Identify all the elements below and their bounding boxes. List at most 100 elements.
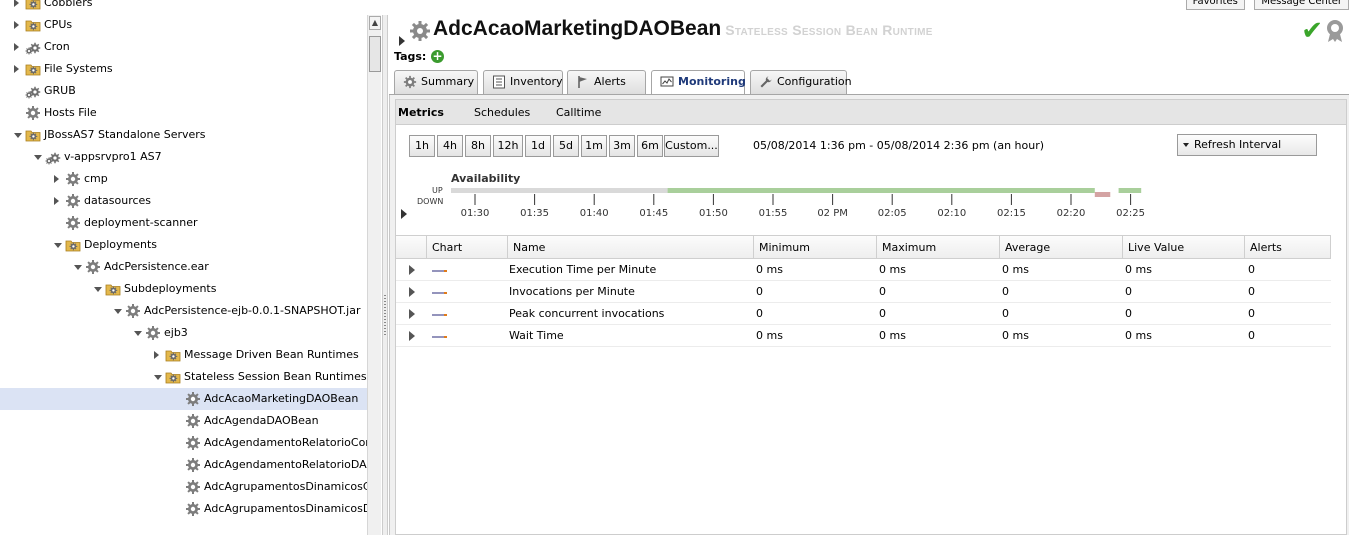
- add-tag-button[interactable]: +: [431, 50, 444, 63]
- subtab-metrics[interactable]: Metrics: [398, 100, 444, 126]
- tab-inventory[interactable]: Inventory: [483, 70, 563, 94]
- sparkline-chart-icon[interactable]: [432, 333, 448, 339]
- tree-node[interactable]: AdcAgrupamentosDinamicosCliDA: [0, 476, 367, 498]
- tree-node[interactable]: Hosts File: [0, 102, 367, 124]
- availability-ok-icon: ✔: [1301, 16, 1323, 46]
- collapse-toggle[interactable]: [74, 265, 82, 270]
- range-button-1d[interactable]: 1d: [525, 135, 551, 157]
- collapse-toggle[interactable]: [94, 287, 102, 292]
- tree-node[interactable]: AdcAgrupamentosDinamicosDAOE: [0, 498, 367, 520]
- tree-node[interactable]: File Systems: [0, 58, 367, 80]
- panel-splitter[interactable]: [382, 15, 388, 535]
- gear-icon: [185, 435, 201, 451]
- refresh-interval-dropdown[interactable]: Refresh Interval: [1177, 134, 1317, 156]
- collapse-toggle[interactable]: [34, 155, 42, 160]
- tree-node[interactable]: v-appsrvpro1 AS7: [0, 146, 367, 168]
- resource-tree[interactable]: Cobblers CPUs Cron File Systems GRUB Hos…: [0, 0, 367, 535]
- column-header-average[interactable]: Average: [1000, 235, 1123, 259]
- row-expand-toggle[interactable]: [409, 309, 415, 319]
- range-button-8h[interactable]: 8h: [465, 135, 491, 157]
- tree-node[interactable]: GRUB: [0, 80, 367, 102]
- metric-row[interactable]: Peak concurrent invocations 0 0 0 0 0: [396, 303, 1331, 325]
- range-button-1h[interactable]: 1h: [409, 135, 435, 157]
- tree-node[interactable]: datasources: [0, 190, 367, 212]
- expand-toggle[interactable]: [54, 175, 59, 183]
- metric-row[interactable]: Invocations per Minute 0 0 0 0 0: [396, 281, 1331, 303]
- tree-node[interactable]: Deployments: [0, 234, 367, 256]
- sparkline-chart-icon[interactable]: [432, 267, 448, 273]
- tree-node[interactable]: AdcPersistence-ejb-0.0.1-SNAPSHOT.jar: [0, 300, 367, 322]
- subtab-calltime[interactable]: Calltime: [556, 100, 601, 126]
- column-header-maximum[interactable]: Maximum: [877, 235, 1000, 259]
- tree-node[interactable]: Cobblers: [0, 0, 367, 14]
- column-header-alerts[interactable]: Alerts: [1245, 235, 1331, 259]
- tree-node[interactable]: AdcPersistence.ear: [0, 256, 367, 278]
- tab-configuration[interactable]: Configuration: [750, 70, 852, 94]
- tree-node[interactable]: CPUs: [0, 14, 367, 36]
- sparkline-chart-icon[interactable]: [432, 311, 448, 317]
- message-center-button[interactable]: Message Center: [1254, 0, 1349, 10]
- tree-node[interactable]: AdcAcaoMarketingDAOBean: [0, 388, 367, 410]
- metric-name: Wait Time: [509, 329, 564, 342]
- tree-node[interactable]: Message Driven Bean Runtimes: [0, 344, 367, 366]
- subtab-schedules[interactable]: Schedules: [474, 100, 530, 126]
- availability-chart: 01:30 01:35 01:40 01:45 01:50 01:55 02 PM 02:05…: [451, 188, 1145, 219]
- tree-node[interactable]: Cron: [0, 36, 367, 58]
- scroll-up-button[interactable]: ▲: [369, 16, 381, 30]
- metric-min: 0 ms: [756, 263, 783, 276]
- expand-toggle[interactable]: [154, 351, 159, 359]
- tree-scrollbar[interactable]: ▲: [367, 15, 381, 535]
- range-button-12h[interactable]: 12h: [493, 135, 523, 157]
- collapse-toggle[interactable]: [134, 331, 142, 336]
- sparkline-chart-icon[interactable]: [432, 289, 448, 295]
- metric-min: 0: [756, 285, 763, 298]
- tree-node[interactable]: ejb3: [0, 322, 367, 344]
- row-expand-toggle[interactable]: [409, 265, 415, 275]
- expand-toggle[interactable]: [14, 65, 19, 73]
- column-header-live-value[interactable]: Live Value: [1123, 235, 1245, 259]
- tab-summary[interactable]: Summary: [394, 70, 478, 94]
- expand-toggle[interactable]: [14, 21, 19, 29]
- tree-node[interactable]: AdcAgendaDAOBean: [0, 410, 367, 432]
- range-button-1m[interactable]: 1m: [581, 135, 607, 157]
- range-button-custom[interactable]: Custom...: [664, 135, 719, 157]
- tab-alerts[interactable]: Alerts: [567, 70, 646, 94]
- scroll-thumb[interactable]: [369, 36, 381, 72]
- refresh-interval-label: Refresh Interval: [1194, 138, 1282, 151]
- title-expand-toggle[interactable]: [399, 36, 405, 46]
- collapse-toggle[interactable]: [154, 375, 162, 380]
- favorites-button[interactable]: Favorites: [1185, 0, 1245, 10]
- expand-toggle[interactable]: [54, 197, 59, 205]
- gear-icon: [403, 75, 417, 89]
- availability-tick-label: 01:50: [699, 208, 728, 219]
- availability-expand-toggle[interactable]: [401, 209, 407, 219]
- metric-max: 0 ms: [879, 263, 906, 276]
- tree-node[interactable]: cmp: [0, 168, 367, 190]
- metric-avg: 0: [1002, 307, 1009, 320]
- tab-monitoring[interactable]: Monitoring: [651, 70, 746, 95]
- expand-toggle[interactable]: [14, 0, 19, 7]
- tab-label: Monitoring: [678, 75, 746, 88]
- range-button-3m[interactable]: 3m: [609, 135, 635, 157]
- column-header-chart[interactable]: Chart: [427, 235, 508, 259]
- tree-node[interactable]: Subdeployments: [0, 278, 367, 300]
- metric-row[interactable]: Wait Time 0 ms 0 ms 0 ms 0 ms 0: [396, 325, 1331, 347]
- range-button-4h[interactable]: 4h: [437, 135, 463, 157]
- tree-node[interactable]: deployment-scanner: [0, 212, 367, 234]
- column-header-minimum[interactable]: Minimum: [754, 235, 877, 259]
- collapse-toggle[interactable]: [54, 243, 62, 248]
- row-expand-toggle[interactable]: [409, 287, 415, 297]
- tree-node[interactable]: Stateless Session Bean Runtimes: [0, 366, 367, 388]
- collapse-toggle[interactable]: [114, 309, 122, 314]
- tree-node[interactable]: JBossAS7 Standalone Servers: [0, 124, 367, 146]
- tree-node[interactable]: AdcAgendamentoRelatorioCombD: [0, 432, 367, 454]
- metric-row[interactable]: Execution Time per Minute 0 ms 0 ms 0 ms 0 m…: [396, 259, 1331, 281]
- tree-node[interactable]: AdcAgendamentoRelatorioDAOBe: [0, 454, 367, 476]
- range-button-5d[interactable]: 5d: [553, 135, 579, 157]
- collapse-toggle[interactable]: [14, 133, 22, 138]
- page-title: AdcAcaoMarketingDAOBean Stateless Session…: [433, 17, 933, 41]
- column-header-name[interactable]: Name: [508, 235, 754, 259]
- range-button-6m[interactable]: 6m: [637, 135, 663, 157]
- row-expand-toggle[interactable]: [409, 331, 415, 341]
- expand-toggle[interactable]: [14, 43, 19, 51]
